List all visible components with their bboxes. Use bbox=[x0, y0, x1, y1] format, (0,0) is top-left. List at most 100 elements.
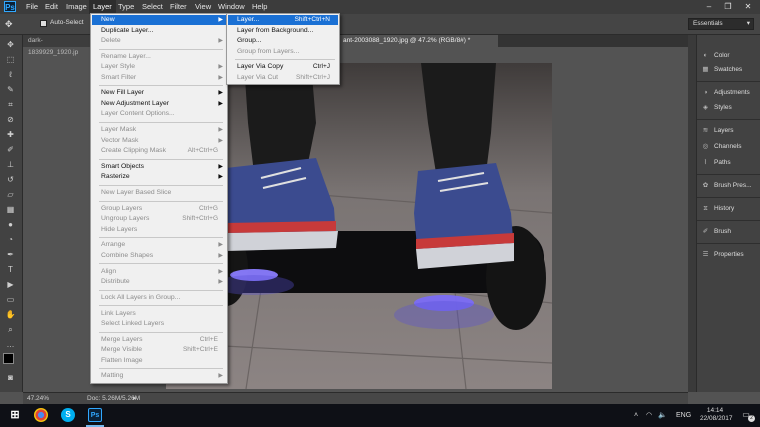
menu-item-smart-filter[interactable]: Smart Filter ▶ bbox=[92, 73, 226, 83]
tab-document-1[interactable]: dark-1839929_1920.jp bbox=[23, 35, 93, 56]
brush-icon[interactable]: ✐ bbox=[5, 144, 16, 155]
rectangle-icon[interactable]: ▭ bbox=[5, 294, 16, 305]
network-icon[interactable]: ◠ bbox=[646, 404, 652, 427]
windows-icon[interactable]: ⊞ bbox=[8, 408, 22, 422]
menu-item-duplicate-layer[interactable]: Duplicate Layer... bbox=[92, 26, 226, 36]
dodge-icon[interactable]: ◔ bbox=[5, 234, 16, 245]
crop-icon[interactable]: ⌗ bbox=[5, 99, 16, 110]
menu-item-select-linked-layers[interactable]: Select Linked Layers bbox=[92, 319, 226, 329]
skype-icon[interactable]: S bbox=[61, 408, 75, 422]
blur-icon[interactable]: ● bbox=[5, 219, 16, 230]
panel-brush-presets[interactable]: ✿ Brush Pres... bbox=[701, 179, 759, 192]
menu-help[interactable]: Help bbox=[248, 0, 271, 14]
menu-item-merge-layers[interactable]: Merge Layers Ctrl+E bbox=[92, 335, 226, 345]
panel-layers[interactable]: ≋ Layers bbox=[701, 124, 759, 137]
minimize-icon[interactable]: – bbox=[700, 0, 718, 14]
menu-item-new[interactable]: New ▶ bbox=[92, 15, 226, 25]
panel-styles[interactable]: ◈ Styles bbox=[701, 101, 759, 114]
menu-item-rename-layer[interactable]: Rename Layer... bbox=[92, 52, 226, 62]
menu-item-group[interactable]: Group... bbox=[228, 36, 338, 46]
menu-item-vector-mask[interactable]: Vector Mask ▶ bbox=[92, 136, 226, 146]
zoom-icon[interactable]: ⌕ bbox=[5, 324, 16, 335]
menu-item-new-adjustment-layer[interactable]: New Adjustment Layer ▶ bbox=[92, 99, 226, 109]
menu-item-rasterize[interactable]: Rasterize ▶ bbox=[92, 172, 226, 182]
gradient-icon[interactable]: ▦ bbox=[5, 204, 16, 215]
move-icon[interactable]: ✥ bbox=[5, 39, 16, 50]
close-icon[interactable]: ✕ bbox=[739, 0, 757, 14]
tray-chevron-icon[interactable]: ˄ bbox=[634, 404, 638, 427]
panel-adjustments[interactable]: ◑ Adjustments bbox=[701, 86, 759, 99]
panel-channels[interactable]: ◎ Channels bbox=[701, 140, 759, 153]
eraser-icon[interactable]: ▱ bbox=[5, 189, 16, 200]
menu-item-merge-visible[interactable]: Merge Visible Shift+Ctrl+E bbox=[92, 345, 226, 355]
menu-item-layer-style[interactable]: Layer Style ▶ bbox=[92, 62, 226, 72]
properties-icon: ☰ bbox=[702, 251, 709, 258]
menu-item-matting[interactable]: Matting ▶ bbox=[92, 371, 226, 381]
clone-stamp-icon[interactable]: ⊥ bbox=[5, 159, 16, 170]
menu-item-combine-shapes[interactable]: Combine Shapes ▶ bbox=[92, 251, 226, 261]
panel-properties[interactable]: ☰ Properties bbox=[701, 248, 759, 261]
menu-item-layer-mask[interactable]: Layer Mask ▶ bbox=[92, 125, 226, 135]
foreground-color-swatch[interactable] bbox=[3, 353, 14, 364]
menu-type[interactable]: Type bbox=[114, 0, 138, 14]
menu-filter[interactable]: Filter bbox=[166, 0, 191, 14]
menu-edit[interactable]: Edit bbox=[41, 0, 62, 14]
photoshop-icon[interactable]: Ps bbox=[88, 408, 102, 422]
menu-item-layer[interactable]: Layer... Shift+Ctrl+N bbox=[228, 15, 338, 25]
menu-item-delete[interactable]: Delete ▶ bbox=[92, 36, 226, 46]
clock[interactable]: 14:14 22/08/2017 bbox=[700, 407, 733, 423]
menu-item-layer-content-options[interactable]: Layer Content Options... bbox=[92, 109, 226, 119]
menu-item-distribute[interactable]: Distribute ▶ bbox=[92, 277, 226, 287]
marquee-icon[interactable]: ⬚ bbox=[5, 54, 16, 65]
menu-item-arrange[interactable]: Arrange ▶ bbox=[92, 240, 226, 250]
menu-item-new-layer-based-slice[interactable]: New Layer Based Slice bbox=[92, 188, 226, 198]
panel-history[interactable]: ⧖ History bbox=[701, 202, 759, 215]
menu-item-lock-all-layers-in-group[interactable]: Lock All Layers in Group... bbox=[92, 293, 226, 303]
menu-image[interactable]: Image bbox=[62, 0, 91, 14]
submenu-arrow-icon: ▶ bbox=[218, 74, 223, 81]
move-tool-icon[interactable]: ✥ bbox=[5, 18, 23, 30]
menu-layer[interactable]: Layer bbox=[89, 0, 116, 14]
menu-item-layer-via-copy[interactable]: Layer Via Copy Ctrl+J bbox=[228, 62, 338, 72]
pen-icon[interactable]: ✒ bbox=[5, 249, 16, 260]
healing-brush-icon[interactable]: ✚ bbox=[5, 129, 16, 140]
menu-item-new-fill-layer[interactable]: New Fill Layer ▶ bbox=[92, 88, 226, 98]
panel-paths[interactable]: ⌇ Paths bbox=[701, 156, 759, 169]
more-tools-icon[interactable]: … bbox=[5, 339, 16, 350]
menu-item-group-layers[interactable]: Group Layers Ctrl+G bbox=[92, 204, 226, 214]
chrome-icon[interactable] bbox=[34, 408, 48, 422]
menu-view[interactable]: View bbox=[191, 0, 215, 14]
history-icon: ⧖ bbox=[703, 205, 708, 212]
panel-brush[interactable]: ✐ Brush bbox=[701, 225, 759, 238]
menu-item-ungroup-layers[interactable]: Ungroup Layers Shift+Ctrl+G bbox=[92, 214, 226, 224]
menu-item-layer-from-background[interactable]: Layer from Background... bbox=[228, 26, 338, 36]
language-indicator[interactable]: ENG bbox=[676, 404, 691, 427]
eyedropper-icon[interactable]: ⊘ bbox=[5, 114, 16, 125]
menu-item-smart-objects[interactable]: Smart Objects ▶ bbox=[92, 162, 226, 172]
hand-icon[interactable]: ✋ bbox=[5, 309, 16, 320]
volume-icon[interactable]: 🔈 bbox=[658, 404, 667, 427]
menu-item-create-clipping-mask[interactable]: Create Clipping Mask Alt+Ctrl+G bbox=[92, 146, 226, 156]
lasso-icon[interactable]: ℓ bbox=[5, 69, 16, 80]
quick-select-icon[interactable]: ✎ bbox=[5, 84, 16, 95]
menu-item-layer-via-cut[interactable]: Layer Via Cut Shift+Ctrl+J bbox=[228, 73, 338, 83]
menu-item-flatten-image[interactable]: Flatten Image bbox=[92, 356, 226, 366]
menu-file[interactable]: File bbox=[22, 0, 42, 14]
menu-window[interactable]: Window bbox=[214, 0, 249, 14]
path-select-icon[interactable]: ▶ bbox=[5, 279, 16, 290]
panel-color[interactable]: ◐ Color bbox=[701, 49, 759, 62]
panel-collapse-strip[interactable] bbox=[688, 35, 696, 392]
menu-item-group-from-layers[interactable]: Group from Layers... bbox=[228, 47, 338, 57]
menu-select[interactable]: Select bbox=[138, 0, 167, 14]
history-brush-icon[interactable]: ↺ bbox=[5, 174, 16, 185]
quick-mask-icon[interactable]: ◙ bbox=[5, 372, 16, 383]
menu-item-link-layers[interactable]: Link Layers bbox=[92, 309, 226, 319]
menu-item-hide-layers[interactable]: Hide Layers bbox=[92, 225, 226, 235]
tab-document-2[interactable]: ant-2003088_1920.jpg @ 47.2% (RGB/8#) * bbox=[338, 35, 498, 47]
workspace-select[interactable]: Essentials ▾ bbox=[688, 18, 754, 30]
menu-item-align[interactable]: Align ▶ bbox=[92, 267, 226, 277]
panel-swatches[interactable]: ▦ Swatches bbox=[701, 63, 759, 76]
type-icon[interactable]: T bbox=[5, 264, 16, 275]
restore-icon[interactable]: ❐ bbox=[719, 0, 737, 14]
auto-select-checkbox[interactable] bbox=[40, 20, 47, 27]
